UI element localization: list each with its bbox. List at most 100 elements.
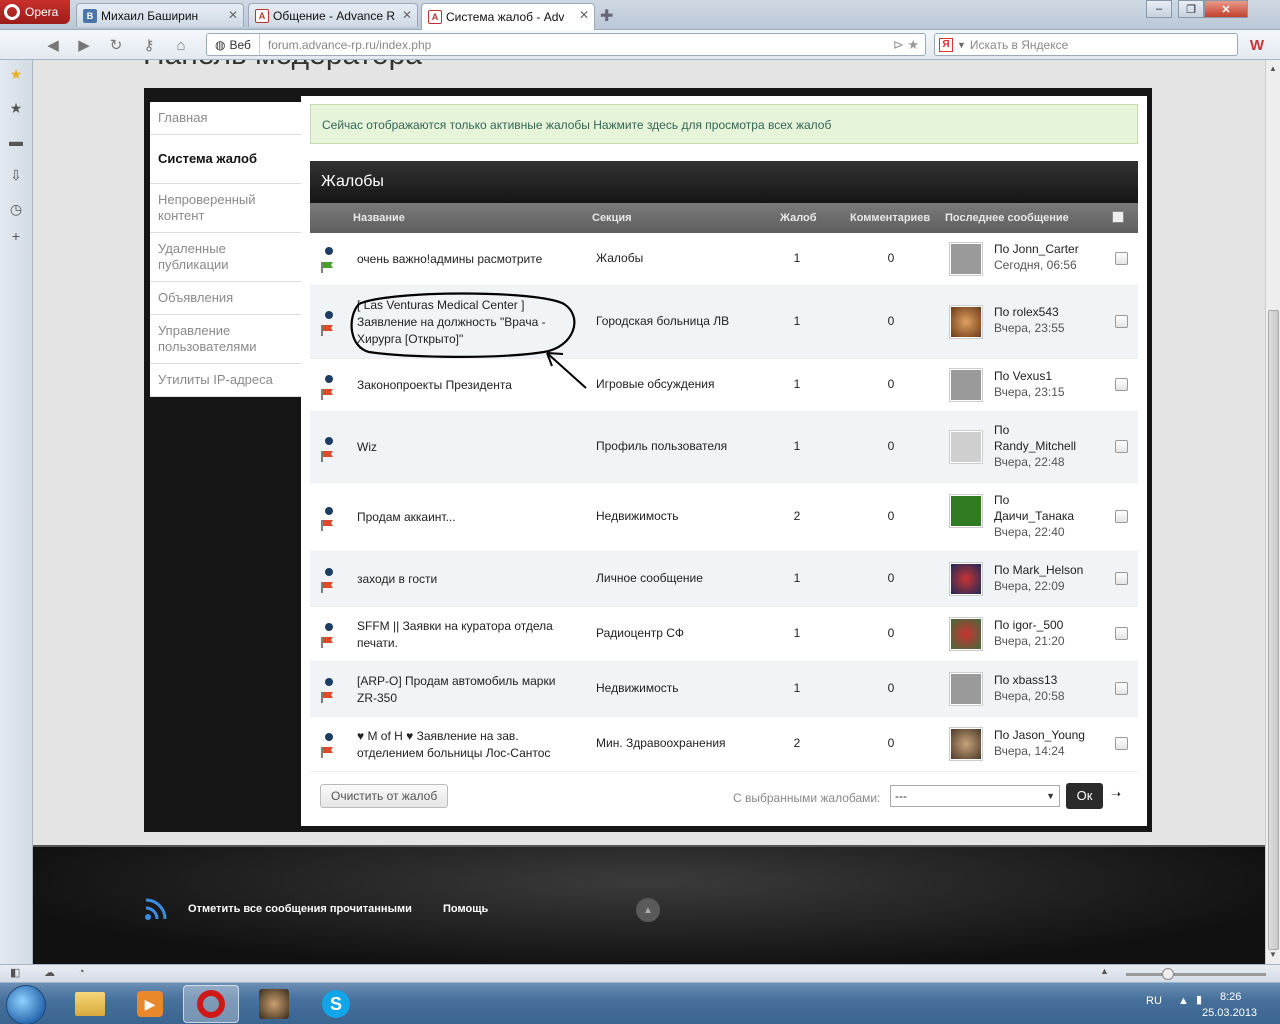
start-button[interactable]	[6, 985, 46, 1024]
taskbar-skype[interactable]: S	[308, 985, 364, 1023]
report-title-link[interactable]: [ARP-O] Продам автомобиль марки ZR-350	[357, 673, 577, 707]
maximize-button[interactable]: ❐	[1178, 0, 1204, 18]
clear-reports-button[interactable]: Очистить от жалоб	[320, 784, 449, 808]
last-user-link[interactable]: Vexus1	[1013, 369, 1052, 383]
notes-icon[interactable]: ▬	[8, 133, 24, 149]
row-checkbox[interactable]	[1115, 315, 1128, 328]
avatar[interactable]	[949, 368, 983, 402]
last-user-link[interactable]: Jonn_Carter	[1013, 242, 1079, 256]
avatar[interactable]	[949, 430, 983, 464]
speedometer-icon[interactable]: ◔	[78, 966, 85, 978]
close-window-button[interactable]: ✕	[1204, 0, 1248, 18]
avatar[interactable]	[949, 242, 983, 276]
sidebar-item-deleted[interactable]: Удаленные публикации	[150, 233, 302, 282]
page-scrollbar[interactable]: ▲ ▼	[1265, 60, 1280, 964]
col-section[interactable]: Секция	[592, 212, 632, 224]
sidebar-item-reports[interactable]: Система жалоб	[150, 135, 302, 184]
last-user-link[interactable]: igor-_500	[1013, 618, 1064, 632]
key-icon[interactable]: ⚷	[140, 36, 158, 54]
scroll-up-icon[interactable]: ▲	[1269, 64, 1277, 73]
opera-menu-button[interactable]: Opera	[0, 0, 70, 24]
taskbar-game[interactable]	[246, 985, 302, 1023]
close-tab-icon[interactable]: ✕	[402, 8, 412, 22]
back-icon[interactable]: ◀	[44, 36, 62, 54]
row-checkbox[interactable]	[1115, 440, 1128, 453]
widget-icon[interactable]: W	[1248, 36, 1266, 54]
add-panel-icon[interactable]: +	[8, 228, 24, 244]
select-all-checkbox[interactable]	[1112, 211, 1124, 223]
sidebar-item-ip-tools[interactable]: Утилиты IP-адреса	[150, 364, 302, 397]
avatar[interactable]	[949, 617, 983, 651]
taskbar-media-player[interactable]: ▶	[122, 985, 178, 1023]
row-checkbox[interactable]	[1115, 510, 1128, 523]
col-last-message[interactable]: Последнее сообщение	[945, 212, 1069, 224]
reload-icon[interactable]: ↻	[107, 36, 125, 54]
report-title-link[interactable]: Продам аккаинт...	[357, 509, 577, 526]
tab-advance-chat[interactable]: A Общение - Advance R ✕	[248, 3, 418, 27]
mark-all-read-link[interactable]: Отметить все сообщения прочитанными	[188, 903, 412, 915]
avatar[interactable]	[949, 727, 983, 761]
chevron-down-icon[interactable]: ▼	[957, 40, 966, 50]
col-name[interactable]: Название	[353, 212, 405, 224]
clock-date[interactable]: 25.03.2013	[1202, 1007, 1257, 1019]
last-user-link[interactable]: Randy_Mitchell	[994, 439, 1076, 453]
avatar[interactable]	[949, 562, 983, 596]
network-icon[interactable]: ▮	[1196, 993, 1202, 1006]
clock-time[interactable]: 8:26	[1220, 991, 1241, 1003]
forward-icon[interactable]: ▶	[75, 36, 93, 54]
cloud-icon[interactable]: ☁	[44, 966, 55, 979]
row-checkbox[interactable]	[1115, 737, 1128, 750]
scrollbar-thumb[interactable]	[1268, 310, 1279, 950]
avatar[interactable]	[949, 494, 983, 528]
sidebar-item-users[interactable]: Управление пользователями	[150, 315, 302, 364]
report-title-link[interactable]: Wiz	[357, 439, 577, 456]
panel-toggle-icon[interactable]: ◧	[10, 966, 20, 979]
minimize-button[interactable]: –	[1146, 0, 1172, 18]
active-reports-notice[interactable]: Сейчас отображаются только активные жало…	[310, 104, 1138, 144]
sidebar-item-notices[interactable]: Объявления	[150, 282, 302, 315]
row-checkbox[interactable]	[1115, 627, 1128, 640]
close-tab-icon[interactable]: ✕	[228, 8, 238, 22]
go-arrow-icon[interactable]: ➝	[1111, 787, 1121, 801]
last-user-link[interactable]: Mark_Helson	[1013, 563, 1084, 577]
sidebar-item-home[interactable]: Главная	[150, 102, 302, 135]
tab-reports[interactable]: A Система жалоб - Adv ✕	[421, 3, 595, 30]
close-tab-icon[interactable]: ✕	[579, 8, 589, 22]
bookmarks-icon[interactable]: ★	[8, 100, 24, 116]
rss-icon[interactable]	[144, 897, 168, 921]
speed-dial-star-icon[interactable]: ★	[8, 66, 24, 82]
bulk-action-select[interactable]: --- ▼	[890, 785, 1060, 807]
history-icon[interactable]: ◷	[8, 201, 24, 217]
downloads-icon[interactable]: ⇩	[8, 167, 24, 183]
rss-star-icon[interactable]: ⊳ ★	[893, 37, 919, 53]
last-user-link[interactable]: rolex543	[1013, 305, 1059, 319]
report-title-link[interactable]: ♥ M of H ♥ Заявление на зав. отделением …	[357, 728, 573, 762]
zoom-slider-knob[interactable]	[1162, 968, 1174, 980]
web-badge[interactable]: ◍ Веб	[207, 34, 260, 55]
new-tab-icon[interactable]: ✚	[600, 6, 613, 26]
search-field[interactable]: Я ▼ Искать в Яндексе	[934, 33, 1238, 56]
tab-vk[interactable]: B Михаил Баширин ✕	[76, 3, 244, 27]
last-user-link[interactable]: Даичи_Танака	[994, 509, 1074, 523]
sidebar-item-unapproved[interactable]: Непроверенный контент	[150, 184, 302, 233]
row-checkbox[interactable]	[1115, 378, 1128, 391]
row-checkbox[interactable]	[1115, 572, 1128, 585]
report-title-link[interactable]: очень важно!админы расмотрите	[357, 251, 577, 268]
language-indicator[interactable]: RU	[1146, 995, 1162, 1007]
help-link[interactable]: Помощь	[443, 903, 488, 915]
col-reports[interactable]: Жалоб	[780, 212, 817, 224]
last-user-link[interactable]: Jason_Young	[1013, 728, 1085, 742]
report-title-link[interactable]: SFFM || Заявки на куратора отдела печати…	[357, 618, 577, 652]
scroll-top-icon[interactable]: ▲	[636, 898, 660, 922]
ok-button[interactable]: Ок	[1066, 783, 1103, 809]
scroll-down-icon[interactable]: ▼	[1269, 950, 1277, 959]
row-checkbox[interactable]	[1115, 252, 1128, 265]
tray-arrow-icon[interactable]: ▲	[1178, 995, 1189, 1007]
avatar[interactable]	[949, 305, 983, 339]
last-user-link[interactable]: xbass13	[1013, 673, 1058, 687]
taskbar-opera[interactable]	[183, 985, 239, 1023]
row-checkbox[interactable]	[1115, 682, 1128, 695]
avatar[interactable]	[949, 672, 983, 706]
report-title-link[interactable]: заходи в гости	[357, 571, 577, 588]
url-field[interactable]: ◍ Веб forum.advance-rp.ru/index.php ⊳ ★	[206, 33, 926, 56]
